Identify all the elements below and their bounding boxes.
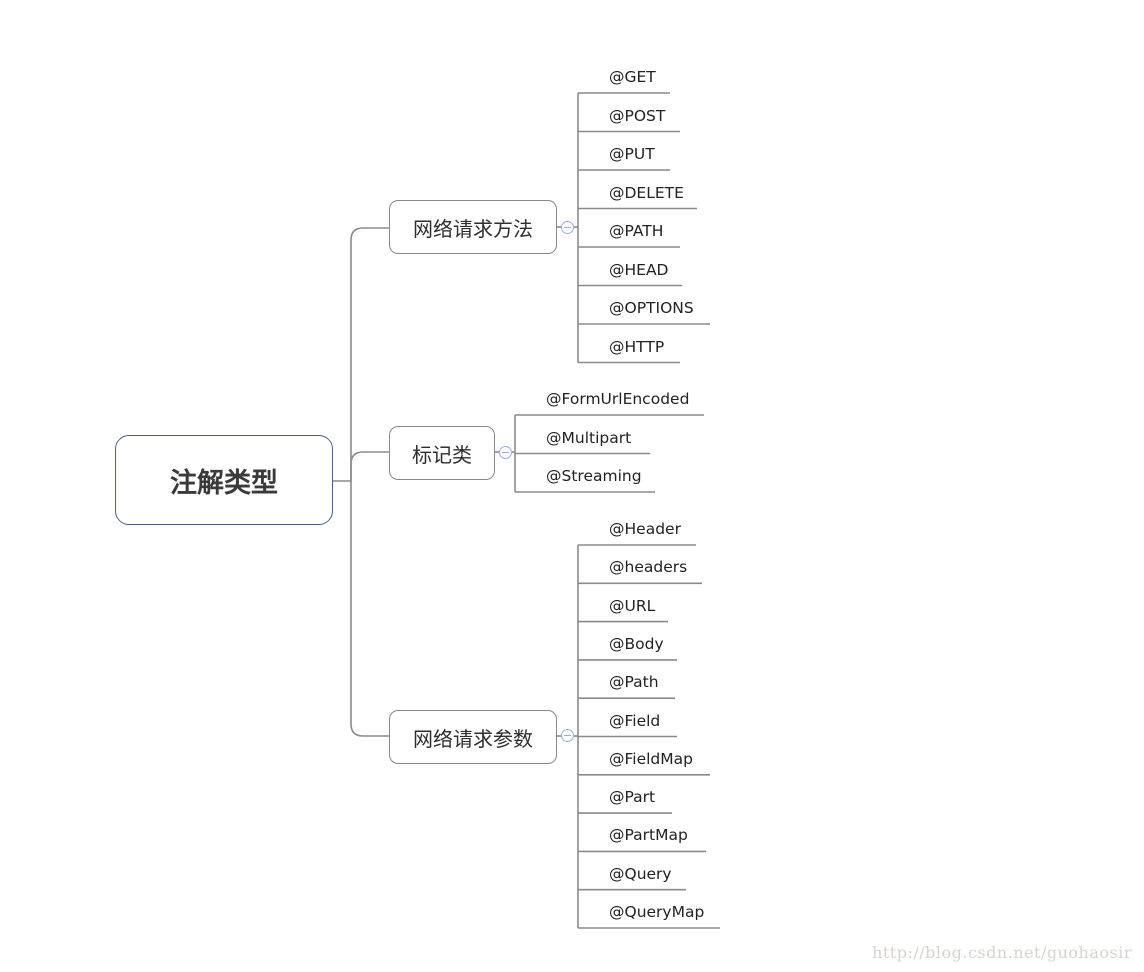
leaf-item[interactable]: @headers	[609, 558, 687, 576]
leaf-item[interactable]: @Multipart	[546, 429, 631, 447]
leaf-item[interactable]: @Header	[609, 520, 681, 538]
branch-label: 网络请求参数	[413, 726, 533, 751]
leaf-item[interactable]: @Query	[609, 865, 672, 883]
leaf-item[interactable]: @PartMap	[609, 826, 688, 844]
leaf-item[interactable]: @PUT	[609, 145, 655, 163]
leaf-item[interactable]: @URL	[609, 597, 655, 615]
leaf-item[interactable]: @FieldMap	[609, 750, 693, 768]
branch-label: 标记类	[412, 442, 472, 467]
leaf-item[interactable]: @OPTIONS	[609, 299, 694, 317]
collapse-icon[interactable]	[499, 446, 512, 459]
watermark: http://blog.csdn.net/guohaosir	[872, 943, 1132, 962]
leaf-item[interactable]: @HTTP	[609, 338, 664, 356]
collapse-icon[interactable]	[561, 221, 574, 234]
collapse-icon[interactable]	[561, 729, 574, 742]
leaf-item[interactable]: @QueryMap	[609, 903, 704, 921]
root-node[interactable]: 注解类型	[115, 435, 333, 525]
leaf-item[interactable]: @POST	[609, 107, 665, 125]
leaf-item[interactable]: @HEAD	[609, 261, 669, 279]
leaf-item[interactable]: @DELETE	[609, 184, 684, 202]
leaf-item[interactable]: @Part	[609, 788, 655, 806]
leaf-item[interactable]: @GET	[609, 68, 656, 86]
leaf-item[interactable]: @Field	[609, 712, 660, 730]
spine-to-branch-0	[350, 227, 389, 481]
root-label: 注解类型	[170, 467, 278, 499]
leaf-item[interactable]: @PATH	[609, 222, 663, 240]
branch-node-request-methods[interactable]: 网络请求方法	[389, 200, 557, 254]
leaf-item[interactable]: @FormUrlEncoded	[546, 390, 689, 408]
leaf-item[interactable]: @Streaming	[546, 467, 642, 485]
branch-node-markers[interactable]: 标记类	[389, 426, 495, 480]
leaf-item[interactable]: @Path	[609, 673, 659, 691]
leaf-item[interactable]: @Body	[609, 635, 664, 653]
spine-to-branch-1	[350, 451, 389, 481]
spine-to-branch-2	[350, 481, 389, 737]
branch-node-request-params[interactable]: 网络请求参数	[389, 710, 557, 764]
branch-label: 网络请求方法	[413, 216, 533, 241]
